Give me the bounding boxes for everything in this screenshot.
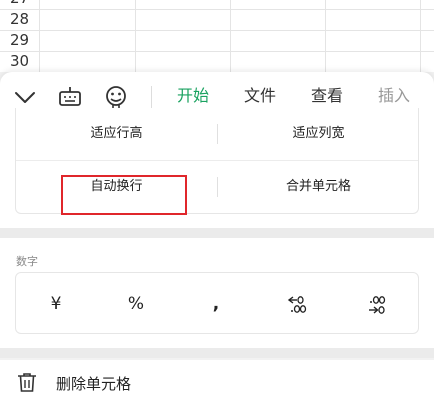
tab-view[interactable]: 查看: [311, 85, 343, 107]
section-divider: [0, 228, 434, 238]
decrease-decimal-icon: [369, 296, 386, 314]
percent-button[interactable]: %: [96, 273, 176, 335]
increase-decimal-button[interactable]: [256, 273, 336, 335]
emoji-icon[interactable]: [103, 84, 129, 110]
tab-file[interactable]: 文件: [244, 85, 276, 107]
currency-button[interactable]: ¥: [16, 273, 96, 335]
cell-format-card: 适应行高 适应列宽 自动换行 合并单元格: [15, 108, 419, 215]
trash-icon: [16, 371, 38, 397]
merge-cells-button[interactable]: 合并单元格: [218, 161, 419, 213]
number-format-card: ¥ % ,: [15, 272, 419, 334]
sheet-row[interactable]: 30: [0, 51, 434, 72]
decrease-decimal-button[interactable]: [336, 273, 416, 335]
column-line: [420, 0, 421, 72]
spreadsheet-grid[interactable]: 27 28 29 30 31: [0, 0, 434, 72]
keyboard-icon[interactable]: [57, 84, 83, 110]
increase-decimal-icon: [287, 296, 307, 313]
section-divider: [0, 348, 434, 358]
chevron-down-icon[interactable]: [12, 84, 38, 110]
column-line: [135, 0, 136, 72]
sheet-row[interactable]: 29: [0, 30, 434, 52]
row-number: 28: [0, 9, 40, 30]
row-number: 30: [0, 51, 40, 72]
tab-start[interactable]: 开始: [177, 85, 209, 107]
fit-column-width-button[interactable]: 适应列宽: [218, 108, 419, 160]
wrap-text-button[interactable]: 自动换行: [16, 161, 217, 213]
tab-insert[interactable]: 插入: [378, 85, 410, 107]
column-line: [325, 0, 326, 72]
fit-row-height-button[interactable]: 适应行高: [16, 108, 217, 160]
currency-icon: ¥: [50, 294, 62, 314]
delete-cell-label: 删除单元格: [56, 375, 132, 393]
thousands-separator-icon: ,: [212, 294, 220, 314]
column-line: [230, 0, 231, 72]
percent-icon: %: [127, 294, 145, 314]
row-number: 29: [0, 30, 40, 51]
delete-cell-row[interactable]: 删除单元格: [0, 360, 434, 404]
number-section-label: 数字: [16, 255, 38, 268]
toolbar-separator: [151, 86, 152, 110]
thousands-separator-button[interactable]: ,: [176, 273, 256, 335]
sheet-row[interactable]: 28: [0, 9, 434, 31]
row-number: 27: [0, 0, 40, 9]
